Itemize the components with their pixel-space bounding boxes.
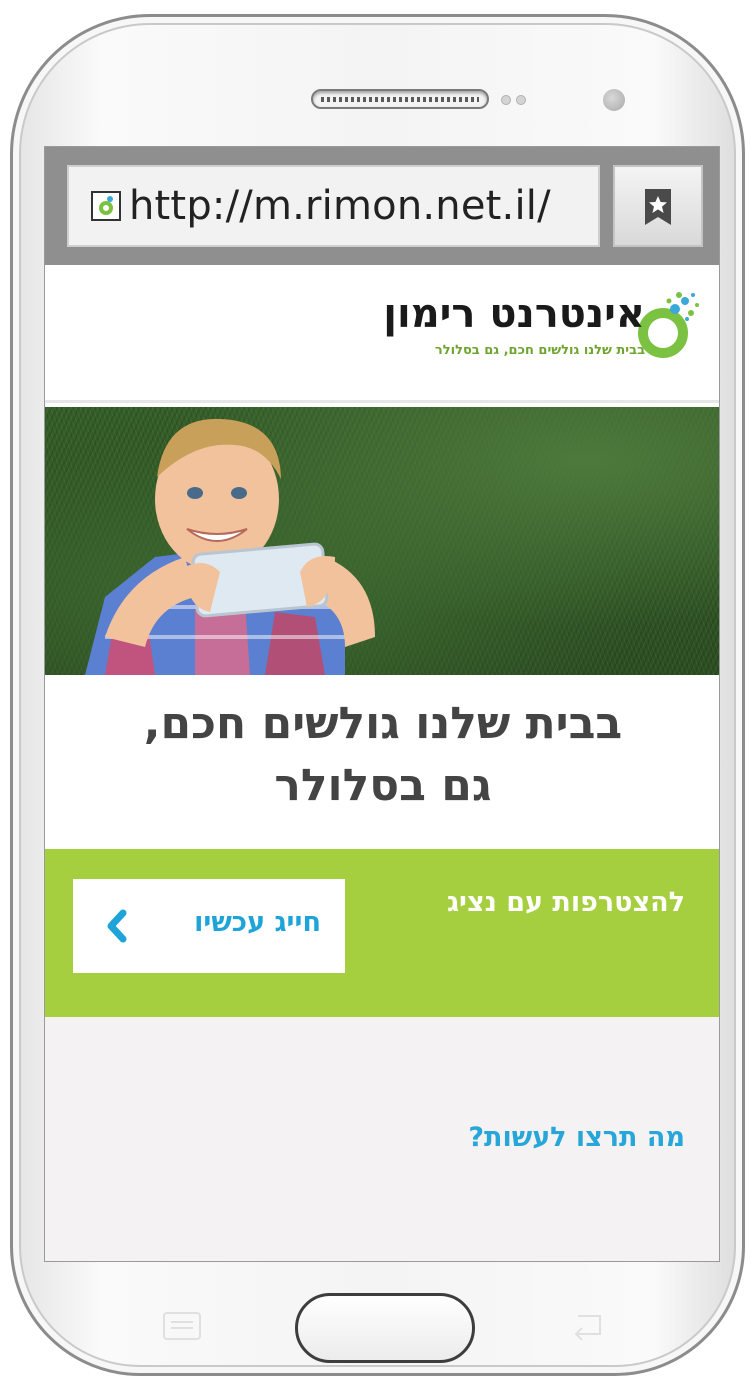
bookmark-button[interactable]	[613, 165, 703, 247]
site-header: אינטרנט רימון בבית שלנו גולשים חכם, גם ב…	[45, 265, 719, 403]
hero-headline: בבית שלנו גולשים חכם, גם בסלולר	[45, 675, 719, 849]
call-now-button[interactable]: חייג עכשיו	[73, 879, 345, 973]
back-arrow-icon[interactable]	[568, 1310, 608, 1340]
logo-title[interactable]: אינטרנט רימון	[383, 291, 645, 337]
actions-section: מה תרצו לעשות?	[45, 1017, 719, 1261]
chevron-left-icon	[107, 909, 127, 943]
rimon-favicon-icon	[91, 191, 121, 221]
headline-line-2: גם בסלולר	[274, 760, 492, 811]
cta-text: להצטרפות עם נציג	[446, 887, 685, 918]
call-now-label: חייג עכשיו	[194, 907, 321, 938]
bookmark-star-icon	[645, 189, 671, 225]
home-button[interactable]	[295, 1293, 475, 1363]
sensor-dot	[516, 95, 526, 105]
front-camera	[603, 89, 625, 111]
logo-tagline: בבית שלנו גולשים חכם, גם בסלולר	[434, 343, 645, 358]
address-bar[interactable]: http://m.rimon.net.il/	[67, 165, 600, 247]
earpiece-speaker	[311, 89, 489, 109]
actions-title: מה תרצו לעשות?	[468, 1122, 685, 1153]
child-with-phone-illustration	[85, 418, 375, 675]
browser-toolbar: http://m.rimon.net.il/	[45, 147, 719, 265]
menu-icon[interactable]	[163, 1312, 201, 1340]
headline-line-1: בבית שלנו גולשים חכם,	[143, 698, 623, 749]
hero-image	[45, 407, 719, 675]
url-text[interactable]: http://m.rimon.net.il/	[129, 183, 551, 229]
sensor-dot	[501, 95, 511, 105]
browser-screen: http://m.rimon.net.il/ אינטרנט רימון בבי…	[44, 146, 720, 1262]
contact-cta-banner: להצטרפות עם נציג חייג עכשיו	[45, 849, 719, 1017]
